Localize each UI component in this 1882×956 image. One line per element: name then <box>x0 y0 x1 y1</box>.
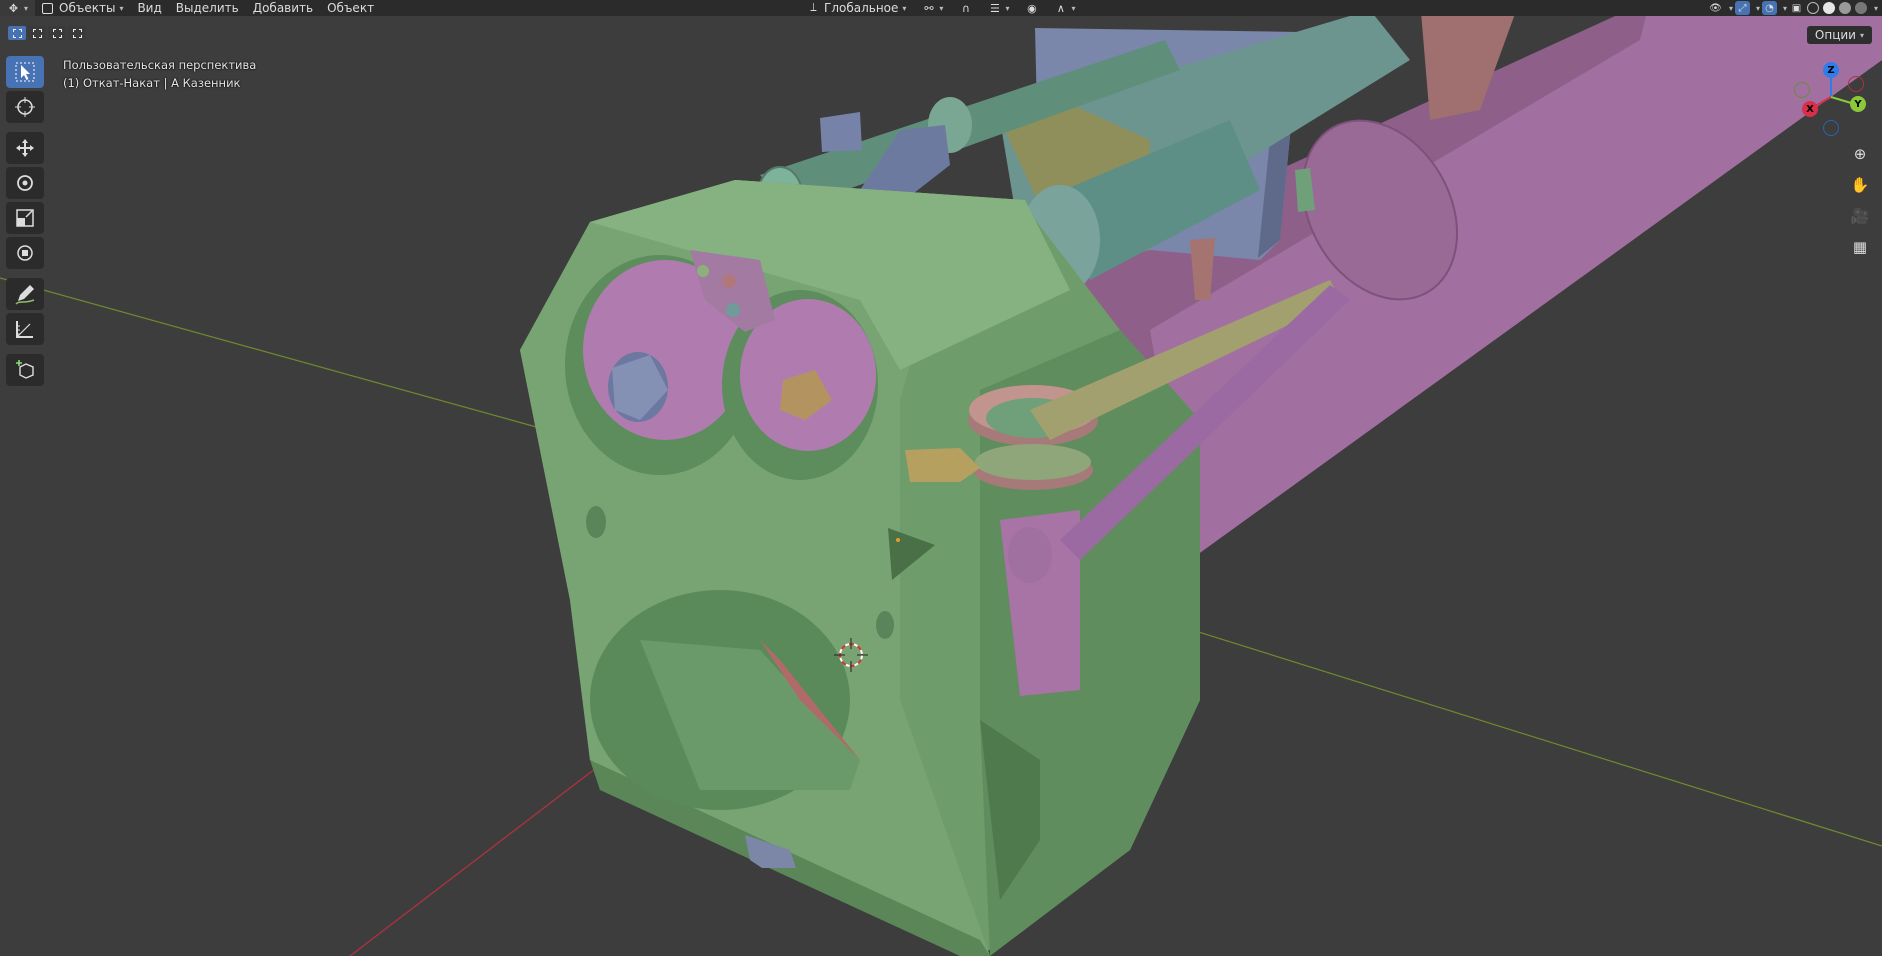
pencil-icon <box>15 285 35 305</box>
options-label: Опции <box>1814 28 1856 42</box>
select-extend-icon[interactable] <box>28 26 46 40</box>
select-intersect-icon[interactable] <box>68 26 86 40</box>
rendered-shading-icon[interactable] <box>1854 2 1867 14</box>
scale-tool[interactable] <box>6 202 44 234</box>
falloff[interactable]: ∧ ▾ <box>1047 0 1082 16</box>
neg-y-axis-ball[interactable] <box>1794 82 1810 98</box>
y-axis-line-right <box>1089 597 1882 847</box>
select-subtract-icon[interactable] <box>48 26 66 40</box>
move-tool[interactable] <box>6 132 44 164</box>
z-axis-ball[interactable]: Z <box>1823 62 1839 78</box>
view-info: Пользовательская перспектива (1) Откат-Н… <box>63 56 256 92</box>
bracket[interactable] <box>820 112 862 152</box>
annotate-tool[interactable] <box>6 278 44 310</box>
object-origin <box>896 538 900 542</box>
proportional-editing[interactable]: ◉ <box>1018 0 1045 16</box>
menu-select[interactable]: Выделить <box>169 0 246 16</box>
overlay-toggle-icon[interactable]: ◔ <box>1761 1 1777 15</box>
gizmo-toggle-icon[interactable]: ⤢ <box>1734 1 1750 15</box>
cursor-tool[interactable] <box>6 91 44 123</box>
pivot-point[interactable]: ⚯ ▾ <box>915 0 950 16</box>
rotate-tool[interactable] <box>6 167 44 199</box>
solid-shading-icon[interactable] <box>1822 2 1835 14</box>
neg-z-axis-ball[interactable] <box>1823 120 1839 136</box>
y-axis-line-left <box>0 277 541 429</box>
snap-target[interactable]: ☰ ▾ <box>981 0 1016 16</box>
neg-x-axis-ball[interactable] <box>1848 76 1864 92</box>
pan-hand-icon[interactable]: ✋ <box>1846 171 1874 199</box>
material-shading-icon[interactable] <box>1838 2 1851 14</box>
crosshair-icon <box>15 97 35 117</box>
visibility-icon[interactable]: 👁 <box>1708 1 1723 15</box>
transform-tool[interactable] <box>6 237 44 269</box>
object-mode-icon <box>42 2 54 14</box>
3d-viewport[interactable]: ✥ ▾ Объекты ▾ Вид Выделить Добавить Объект… <box>0 0 1882 956</box>
editor-type-menu[interactable]: ✥ ▾ <box>0 0 36 16</box>
add-cube-tool[interactable] <box>6 354 44 386</box>
transform-icon <box>17 245 33 261</box>
y-axis-ball[interactable]: Y <box>1850 96 1866 112</box>
ruler-icon <box>16 321 33 338</box>
measure-tool[interactable] <box>6 313 44 345</box>
viewport-icon: ✥ <box>8 1 19 15</box>
ortho-grid-icon[interactable]: ▦ <box>1846 233 1874 261</box>
move-arrows-icon <box>16 139 34 157</box>
selection-mode-buttons <box>8 26 86 40</box>
header-center-controls: ⟘ Глобальное ▾ ⚯ ▾ ∩ ☰ ▾ ◉ ∧ ▾ <box>800 0 1082 16</box>
orientation-label: Глобальное <box>824 1 899 15</box>
wireframe-shading-icon[interactable] <box>1806 2 1819 14</box>
camera-view-icon[interactable]: 🎥 <box>1846 202 1874 230</box>
header-right-controls: 👁 ▾ ⤢ ▾ ◔ ▾ ▣ ▾ <box>1708 1 1878 15</box>
snap-toggle[interactable]: ∩ <box>952 0 979 16</box>
rotate-icon <box>17 175 33 191</box>
view-name: Пользовательская перспектива <box>63 58 257 72</box>
tool-shelf <box>6 56 44 389</box>
options-dropdown[interactable]: Опции ▾ <box>1806 26 1872 44</box>
proportional-icon: ◉ <box>1027 1 1037 15</box>
select-new-icon[interactable] <box>8 26 26 40</box>
menu-add[interactable]: Добавить <box>246 0 320 16</box>
cursor-arrow-icon <box>15 62 35 82</box>
orientation-icon: ⟘ <box>810 1 817 14</box>
xray-toggle-icon[interactable]: ▣ <box>1789 1 1804 15</box>
select-box-tool[interactable] <box>6 56 44 88</box>
transform-orientation[interactable]: ⟘ Глобальное ▾ <box>800 0 913 16</box>
x-axis-ball[interactable]: X <box>1802 101 1818 117</box>
scene-render[interactable] <box>0 0 1882 956</box>
menu-object[interactable]: Объект <box>320 0 381 16</box>
snap-increment-icon: ☰ <box>990 1 1000 15</box>
cube-add-icon <box>16 360 34 379</box>
navigation-buttons: ⊕ ✋ 🎥 ▦ <box>1846 140 1874 264</box>
scale-icon <box>16 209 34 227</box>
mode-label: Объекты <box>59 1 116 15</box>
pivot-icon: ⚯ <box>924 1 934 15</box>
collection-info: (1) Откат-Накат | А Казенник <box>63 76 241 90</box>
mode-select[interactable]: Объекты ▾ <box>35 0 130 16</box>
navigation-gizmo[interactable]: Z X Y <box>1790 58 1880 136</box>
falloff-icon: ∧ <box>1056 1 1065 15</box>
zoom-icon[interactable]: ⊕ <box>1846 140 1874 168</box>
magnet-icon: ∩ <box>961 1 970 15</box>
menu-view[interactable]: Вид <box>130 0 168 16</box>
